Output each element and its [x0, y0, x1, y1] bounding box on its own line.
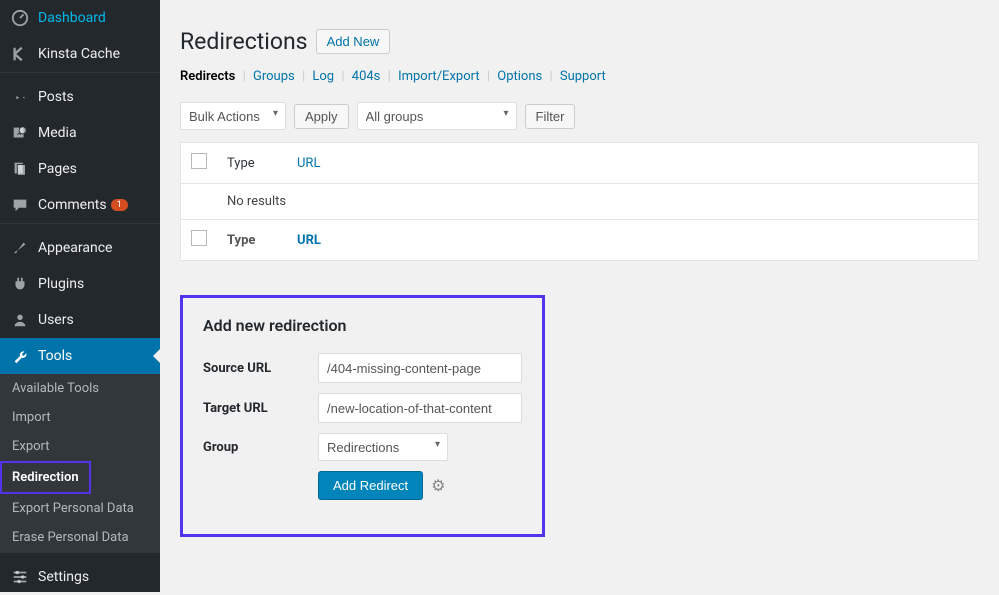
- brush-icon: [10, 238, 30, 258]
- filter-button[interactable]: Filter: [525, 104, 576, 129]
- menu-label: Comments: [38, 197, 107, 213]
- comment-icon: [10, 195, 30, 215]
- wrench-icon: [10, 346, 30, 366]
- group-filter-select[interactable]: All groups: [357, 102, 517, 130]
- menu-label: Plugins: [38, 276, 84, 292]
- no-results-text: No results: [217, 184, 979, 220]
- menu-label: Media: [38, 125, 77, 141]
- submenu-export[interactable]: Export: [0, 432, 160, 461]
- form-row-target: Target URL: [203, 393, 522, 423]
- subnav-import-export[interactable]: Import/Export: [398, 69, 480, 84]
- subnav-redirects[interactable]: Redirects: [180, 69, 235, 84]
- menu-users[interactable]: Users: [0, 302, 160, 338]
- gear-icon[interactable]: ⚙: [431, 476, 445, 495]
- menu-settings[interactable]: Settings: [0, 559, 160, 595]
- plug-icon: [10, 274, 30, 294]
- submenu-erase-personal-data[interactable]: Erase Personal Data: [0, 523, 160, 552]
- menu-appearance[interactable]: Appearance: [0, 230, 160, 266]
- submenu-redirection[interactable]: Redirection: [2, 463, 89, 492]
- menu-label: Posts: [38, 89, 74, 105]
- menu-label: Dashboard: [38, 10, 106, 26]
- menu-separator: [0, 552, 160, 553]
- form-row-group: Group Redirections: [203, 433, 522, 461]
- group-label: Group: [203, 440, 318, 455]
- table-footer-row: Type URL: [181, 220, 979, 261]
- menu-media[interactable]: Media: [0, 115, 160, 151]
- form-title: Add new redirection: [203, 316, 522, 335]
- target-url-label: Target URL: [203, 401, 318, 416]
- menu-posts[interactable]: Posts: [0, 79, 160, 115]
- group-filter-wrap: All groups: [357, 102, 517, 130]
- menu-pointer-icon: [153, 348, 161, 364]
- menu-plugins[interactable]: Plugins: [0, 266, 160, 302]
- menu-label: Settings: [38, 569, 89, 585]
- subnav-groups[interactable]: Groups: [253, 69, 295, 84]
- add-redirect-button[interactable]: Add Redirect: [318, 471, 423, 500]
- form-row-submit: Add Redirect ⚙: [203, 471, 522, 500]
- subnav-sep: |: [388, 69, 391, 84]
- sliders-icon: [10, 567, 30, 587]
- comments-count-badge: 1: [111, 199, 128, 211]
- target-url-input[interactable]: [318, 393, 522, 423]
- menu-separator: [0, 72, 160, 73]
- select-all-checkbox[interactable]: [191, 153, 207, 169]
- table-row-empty: No results: [181, 184, 979, 220]
- submenu-import[interactable]: Import: [0, 403, 160, 432]
- menu-label: Kinsta Cache: [38, 46, 120, 62]
- group-select-wrap: Redirections: [318, 433, 448, 461]
- subnav: Redirects | Groups | Log | 404s | Import…: [180, 69, 979, 84]
- user-icon: [10, 310, 30, 330]
- submenu-highlight: Redirection: [0, 461, 91, 494]
- menu-label: Appearance: [38, 240, 112, 256]
- redirects-table: Type URL No results Type URL: [180, 142, 979, 261]
- bulk-actions-select[interactable]: Bulk Actions: [180, 102, 286, 130]
- apply-button[interactable]: Apply: [294, 104, 349, 129]
- col-type-header: Type: [217, 143, 287, 184]
- page-title: Redirections: [180, 28, 308, 55]
- subnav-log[interactable]: Log: [312, 69, 334, 84]
- source-url-input[interactable]: [318, 353, 522, 383]
- source-url-label: Source URL: [203, 361, 318, 376]
- table-header-row: Type URL: [181, 143, 979, 184]
- bulk-actions-wrap: Bulk Actions: [180, 102, 286, 130]
- admin-sidebar: Dashboard Kinsta Cache Posts Media Pages…: [0, 0, 160, 592]
- menu-kinsta-cache[interactable]: Kinsta Cache: [0, 36, 160, 72]
- select-all-checkbox-footer[interactable]: [191, 230, 207, 246]
- subnav-404s[interactable]: 404s: [352, 69, 381, 84]
- subnav-sep: |: [549, 69, 552, 84]
- kinsta-icon: [10, 44, 30, 64]
- media-icon: [10, 123, 30, 143]
- pin-icon: [10, 87, 30, 107]
- subnav-sep: |: [487, 69, 490, 84]
- menu-label: Tools: [38, 348, 72, 364]
- group-select[interactable]: Redirections: [318, 433, 448, 461]
- filter-row: Bulk Actions Apply All groups Filter: [180, 102, 979, 130]
- add-redirection-form: Add new redirection Source URL Target UR…: [180, 295, 545, 537]
- dashboard-icon: [10, 8, 30, 28]
- subnav-sep: |: [341, 69, 344, 84]
- form-row-source: Source URL: [203, 353, 522, 383]
- subnav-sep: |: [243, 69, 246, 84]
- add-new-button[interactable]: Add New: [316, 29, 391, 54]
- subnav-options[interactable]: Options: [497, 69, 542, 84]
- menu-pages[interactable]: Pages: [0, 151, 160, 187]
- menu-tools[interactable]: Tools: [0, 338, 160, 374]
- submenu-export-personal-data[interactable]: Export Personal Data: [0, 494, 160, 523]
- subnav-sep: |: [302, 69, 305, 84]
- menu-label: Pages: [38, 161, 77, 177]
- tools-submenu: Available Tools Import Export Redirectio…: [0, 374, 160, 552]
- main-content: Redirections Add New Redirects | Groups …: [160, 0, 999, 592]
- col-type-footer: Type: [217, 220, 287, 261]
- menu-separator: [0, 223, 160, 224]
- pages-icon: [10, 159, 30, 179]
- menu-label: Users: [38, 312, 74, 328]
- col-url-footer[interactable]: URL: [297, 233, 321, 248]
- col-url-header[interactable]: URL: [297, 156, 320, 171]
- menu-comments[interactable]: Comments 1: [0, 187, 160, 223]
- subnav-support[interactable]: Support: [560, 69, 606, 84]
- heading-row: Redirections Add New: [180, 28, 979, 55]
- submenu-available-tools[interactable]: Available Tools: [0, 374, 160, 403]
- menu-dashboard[interactable]: Dashboard: [0, 0, 160, 36]
